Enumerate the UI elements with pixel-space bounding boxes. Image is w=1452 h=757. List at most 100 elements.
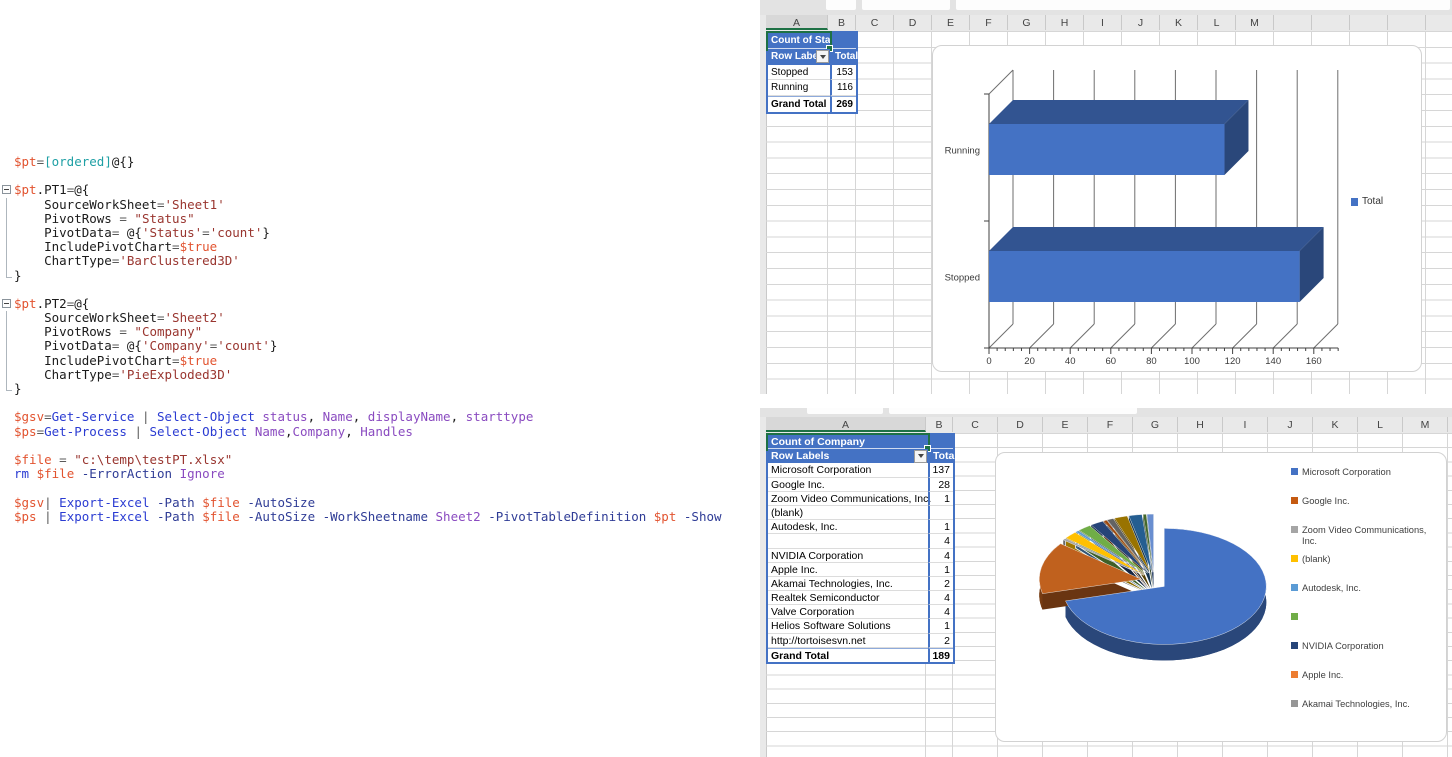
pivot-cell-label[interactable]: (blank) (768, 506, 928, 520)
pivot-cell-value[interactable]: 189 (928, 648, 953, 662)
pivot-cell-value[interactable]: 1 (928, 520, 953, 534)
pivot-cell-label[interactable]: NVIDIA Corporation (768, 549, 928, 563)
column-header-F[interactable]: F (1088, 417, 1133, 432)
bar-chart-object[interactable]: 020406080100120140160StoppedRunning Tota… (932, 45, 1422, 372)
bar-chart-legend[interactable]: Total (1351, 196, 1383, 207)
legend-label-total: Total (1362, 196, 1383, 207)
pivot-row: Grand Total189 (768, 648, 953, 662)
legend-label: NVIDIA Corporation (1302, 641, 1384, 652)
pivot-cell-label[interactable]: Autodesk, Inc. (768, 520, 928, 534)
pie-legend-item[interactable]: Apple Inc. (1291, 670, 1439, 681)
column-header-J[interactable]: J (1122, 15, 1160, 30)
pie-legend-item[interactable]: (blank) (1291, 554, 1439, 565)
pivot-cell-value[interactable]: 2 (928, 577, 953, 591)
pivot-title-cell[interactable]: Count of Company (768, 435, 928, 449)
pie-legend-item[interactable] (1291, 612, 1439, 620)
pivot-cell-label[interactable]: Running (768, 80, 830, 96)
pivot-row-labels-header[interactable]: Row Labels (768, 449, 928, 463)
pivot-title-cell[interactable]: Count of Status (768, 33, 830, 49)
pivot-cell-value[interactable]: 4 (928, 605, 953, 619)
fold-collapse-icon[interactable] (2, 185, 11, 194)
column-header-D[interactable]: D (998, 417, 1043, 432)
pivot-cell-value[interactable]: 4 (928, 591, 953, 605)
pivot-cell-value[interactable]: 116 (830, 80, 856, 96)
code-fold-gutter[interactable] (2, 183, 14, 197)
pie-legend-item[interactable]: Microsoft Corporation (1291, 467, 1439, 478)
pie-legend-item[interactable]: Akamai Technologies, Inc. (1291, 699, 1439, 710)
pivot-cell-label[interactable]: Zoom Video Communications, Inc. (768, 492, 928, 506)
pivot-table-status[interactable]: Count of StatusRow LabelsTotalStopped153… (766, 31, 858, 114)
pivot-cell-label[interactable]: Stopped (768, 65, 830, 81)
column-header-C[interactable]: C (953, 417, 998, 432)
pie-legend-item[interactable]: Autodesk, Inc. (1291, 583, 1439, 594)
row-labels-filter-dropdown[interactable] (914, 450, 927, 463)
pivot-total-header[interactable]: Total (928, 449, 953, 463)
pivot-cell-value[interactable]: 153 (830, 65, 856, 81)
pivot-cell-label[interactable]: Valve Corporation (768, 605, 928, 619)
column-header-B[interactable]: B (926, 417, 953, 432)
pivot-cell-value[interactable] (928, 506, 953, 520)
pivot-cell-value[interactable]: 2 (928, 634, 953, 648)
column-header-F[interactable]: F (970, 15, 1008, 30)
column-header-x14[interactable] (1312, 15, 1350, 30)
column-header-x17[interactable] (1426, 15, 1452, 30)
column-header-G[interactable]: G (1008, 15, 1046, 30)
pivot-cell-value[interactable]: 4 (928, 534, 953, 548)
column-header-E[interactable]: E (1043, 417, 1088, 432)
pivot-cell-value[interactable]: 1 (928, 492, 953, 506)
column-header-A[interactable]: A (766, 417, 926, 432)
column-header-C[interactable]: C (856, 15, 894, 30)
column-header-I[interactable]: I (1223, 417, 1268, 432)
pivot-cell-label[interactable]: Grand Total (768, 96, 830, 112)
pivot-cell-label[interactable]: Apple Inc. (768, 563, 928, 577)
powershell-code-editor[interactable]: $pt=[ordered]@{}$pt.PT1=@{ SourceWorkShe… (2, 155, 760, 524)
column-header-L[interactable]: L (1198, 15, 1236, 30)
code-token: Export-Excel (59, 495, 149, 510)
pivot-cell-value[interactable]: 137 (928, 463, 953, 477)
column-header-K[interactable]: K (1313, 417, 1358, 432)
pivot-table-company[interactable]: Count of CompanyRow LabelsTotalMicrosoft… (766, 433, 955, 664)
fold-collapse-icon[interactable] (2, 299, 11, 308)
column-header-x16[interactable] (1388, 15, 1426, 30)
column-header-x13[interactable] (1448, 417, 1452, 432)
column-header-G[interactable]: G (1133, 417, 1178, 432)
pie-legend-item[interactable]: NVIDIA Corporation (1291, 641, 1439, 652)
pie-chart-object[interactable]: Microsoft Corporation Google Inc. Zoom Vid… (995, 452, 1447, 742)
pivot-row-labels-header[interactable]: Row Labels (768, 49, 830, 65)
pivot-cell-value[interactable]: 28 (928, 478, 953, 492)
pie-legend-item[interactable]: Zoom Video Communications, Inc. (1291, 525, 1439, 547)
pivot-cell-label[interactable]: Akamai Technologies, Inc. (768, 577, 928, 591)
column-header-M[interactable]: M (1236, 15, 1274, 30)
pie-legend-item[interactable]: Google Inc. (1291, 496, 1439, 507)
pivot-cell-label[interactable]: Microsoft Corporation (768, 463, 928, 477)
pivot-cell-label[interactable] (768, 534, 928, 548)
column-header-I[interactable]: I (1084, 15, 1122, 30)
code-fold-gutter[interactable] (2, 297, 14, 311)
column-header-E[interactable]: E (932, 15, 970, 30)
pivot-cell-value[interactable]: 1 (928, 619, 953, 633)
pivot-total-header[interactable]: Total (830, 49, 856, 65)
pivot-cell-value[interactable] (928, 435, 953, 449)
column-header-x15[interactable] (1350, 15, 1388, 30)
pivot-cell-value[interactable] (830, 33, 856, 49)
pivot-cell-label[interactable]: http://tortoisesvn.net (768, 634, 928, 648)
pivot-cell-label[interactable]: Google Inc. (768, 478, 928, 492)
pivot-cell-value[interactable]: 1 (928, 563, 953, 577)
column-header-M[interactable]: M (1403, 417, 1448, 432)
column-header-L[interactable]: L (1358, 417, 1403, 432)
column-header-x13[interactable] (1274, 15, 1312, 30)
column-header-H[interactable]: H (1046, 15, 1084, 30)
pivot-cell-value[interactable]: 269 (830, 96, 856, 112)
column-header-B[interactable]: B (828, 15, 856, 30)
code-fold-gutter (2, 368, 14, 382)
pivot-cell-value[interactable]: 4 (928, 549, 953, 563)
row-labels-filter-dropdown[interactable] (816, 50, 829, 63)
pivot-cell-label[interactable]: Helios Software Solutions (768, 619, 928, 633)
column-header-D[interactable]: D (894, 15, 932, 30)
pivot-cell-label[interactable]: Grand Total (768, 648, 928, 662)
column-header-H[interactable]: H (1178, 417, 1223, 432)
column-header-K[interactable]: K (1160, 15, 1198, 30)
pivot-cell-label[interactable]: Realtek Semiconductor (768, 591, 928, 605)
column-header-A[interactable]: A (766, 15, 828, 30)
column-header-J[interactable]: J (1268, 417, 1313, 432)
